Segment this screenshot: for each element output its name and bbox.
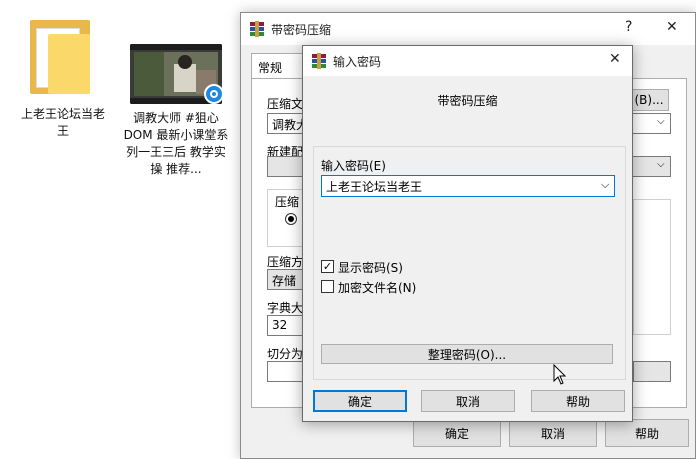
desktop-video-icon[interactable]: 调教大师 #狙心 DOM 最新小课堂系列一王三后 教学实操 推荐... xyxy=(120,40,232,180)
show-password-checkbox[interactable]: ✓ xyxy=(321,260,334,273)
help-titlebar-button[interactable]: ? xyxy=(625,19,632,35)
mouse-cursor-icon xyxy=(553,364,567,385)
right-panel xyxy=(633,199,671,335)
right-field[interactable] xyxy=(633,361,671,382)
method-label: 压缩方 xyxy=(267,255,304,269)
folder-label: 上老王论坛当老王 xyxy=(20,107,105,138)
window-titlebar: 带密码压缩 ? ✕ xyxy=(241,13,695,45)
chevron-down-icon: ⌵ xyxy=(657,116,665,127)
format-group-label: 压缩 xyxy=(275,195,300,209)
encrypt-filenames-checkbox[interactable] xyxy=(321,280,334,293)
cancel-button-bg[interactable]: 取消 xyxy=(509,419,597,447)
video-label: 调教大师 #狙心 DOM 最新小课堂系列一王三后 教学实操 推荐... xyxy=(123,111,229,176)
password-dialog: 输入密码 ✕ 带密码压缩 输入密码(E) 上老王论坛当老王 ⌵ ✓ 显示密码(S… xyxy=(302,45,633,422)
folder-icon xyxy=(30,20,90,94)
cancel-button[interactable]: 取消 xyxy=(421,390,515,412)
dialog-titlebar: 输入密码 ✕ xyxy=(303,46,632,76)
archive-name-label: 压缩文 xyxy=(267,97,304,111)
dictionary-select[interactable]: 32 xyxy=(267,315,307,336)
help-button[interactable]: 帮助 xyxy=(531,390,625,412)
password-label: 输入密码(E) xyxy=(321,159,386,173)
winrar-icon xyxy=(250,21,264,37)
tab-general[interactable]: 常规 xyxy=(251,53,303,79)
dialog-title: 输入密码 xyxy=(333,55,382,69)
dictionary-label: 字典大 xyxy=(267,301,304,315)
ok-button[interactable]: 确定 xyxy=(313,390,407,412)
chevron-down-icon[interactable]: ⌵ xyxy=(601,178,609,192)
chevron-down-icon: ⌵ xyxy=(657,159,665,170)
winrar-icon xyxy=(312,53,326,69)
split-field[interactable] xyxy=(267,361,307,382)
password-input[interactable]: 上老王论坛当老王 xyxy=(321,175,615,197)
rar-radio[interactable] xyxy=(285,213,297,225)
split-label: 切分为 xyxy=(267,347,304,361)
close-window-button[interactable]: ✕ xyxy=(666,19,678,35)
ok-button-bg[interactable]: 确定 xyxy=(413,419,501,447)
encrypt-filenames-label: 加密文件名(N) xyxy=(338,281,417,295)
help-button-bg[interactable]: 帮助 xyxy=(605,419,689,447)
show-password-label: 显示密码(S) xyxy=(338,261,403,275)
desktop-folder-icon[interactable]: 上老王论坛当老王 xyxy=(18,14,108,144)
window-title: 带密码压缩 xyxy=(271,23,332,37)
close-icon[interactable]: ✕ xyxy=(609,51,621,67)
dialog-heading: 带密码压缩 xyxy=(437,94,498,108)
method-select[interactable]: 存储 xyxy=(267,269,307,290)
browse-button[interactable]: (B)... xyxy=(629,89,669,111)
play-badge-icon xyxy=(204,84,224,104)
organize-passwords-button[interactable]: 整理密码(O)... xyxy=(321,344,613,364)
